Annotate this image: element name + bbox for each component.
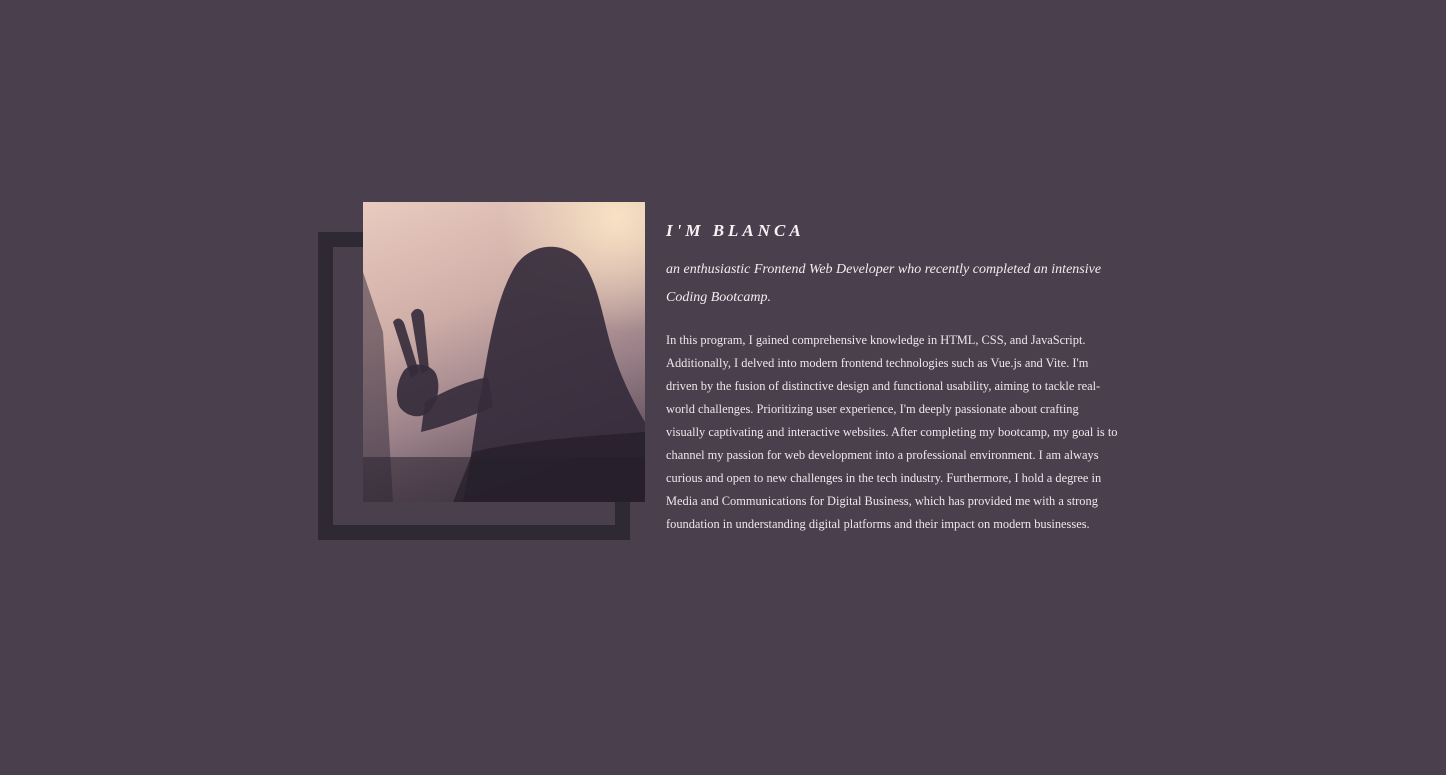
intro-subtitle: an enthusiastic Frontend Web Developer w… <box>666 262 1102 305</box>
shadow-silhouette-image <box>363 246 645 502</box>
intro-heading: I'M BLANCA <box>666 221 805 240</box>
profile-photo <box>363 202 645 502</box>
intro-text: I'M BLANCA an enthusiastic Frontend Web … <box>666 220 1118 536</box>
about-section: I'M BLANCA an enthusiastic Frontend Web … <box>0 0 1446 775</box>
intro-bio: In this program, I gained comprehensive … <box>666 333 1118 531</box>
